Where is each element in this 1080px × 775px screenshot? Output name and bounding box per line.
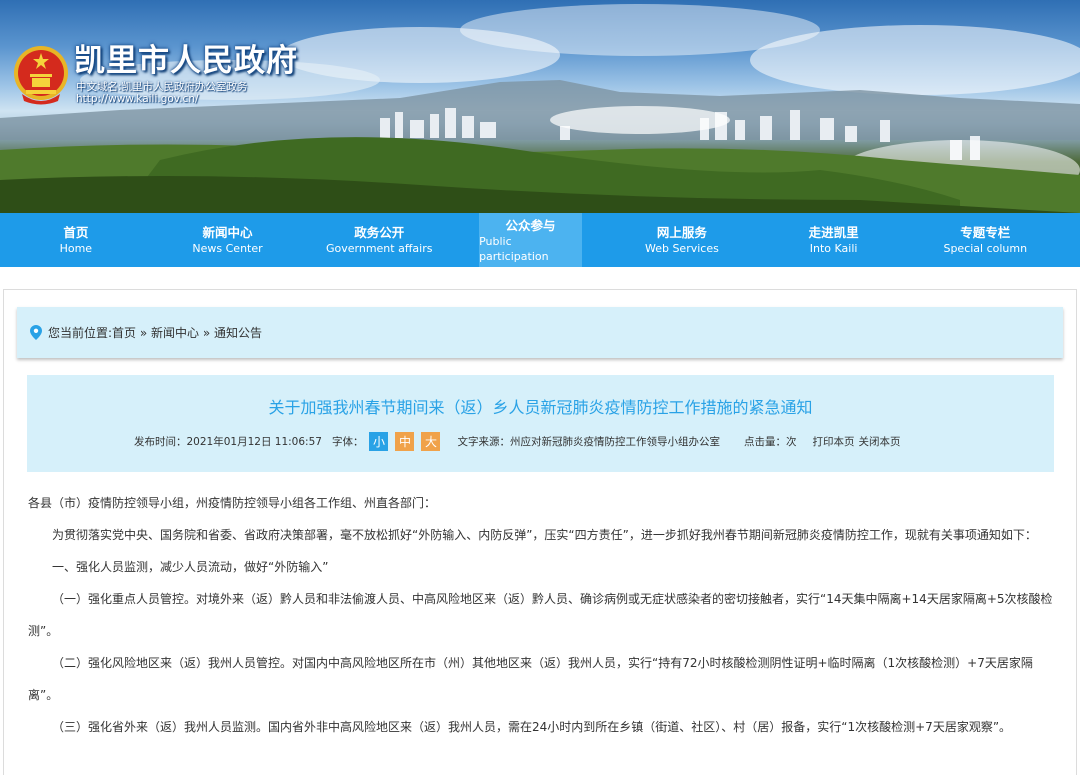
clicks-unit: 次 (785, 435, 797, 448)
clicks-label: 点击量： (743, 435, 786, 448)
article-meta: 发布时间： 2021年01月12日 11:06:57 字体： 小 中 大 文字来… (134, 431, 900, 451)
nav-item-government-affairs[interactable]: 政务公开 Government affairs (303, 213, 455, 267)
font-small-button[interactable]: 小 (369, 431, 389, 451)
nav-label-cn: 网上服务 (656, 225, 707, 240)
breadcrumb-text: 您当前位置:首页 » 新闻中心 » 通知公告 (48, 326, 262, 340)
nav-label-en: News Center (192, 242, 263, 255)
paragraph: （三）强化省外来（返）我州人员监测。国内省外非中高风险地区来（返）我州人员，需在… (52, 720, 1012, 734)
breadcrumb: 您当前位置:首页 » 新闻中心 » 通知公告 (17, 307, 1063, 358)
site-title: 凯里市人民政府 (74, 43, 298, 79)
source-label: 文字来源： (457, 435, 510, 448)
header-banner: 凯里市人民政府 中文域名:凯里市人民政府办公室政务 http://www.kai… (0, 0, 1080, 213)
location-pin-icon (30, 325, 42, 340)
nav-label-en: Web Services (644, 242, 719, 255)
paragraph: 为贯彻落实党中央、国务院和省委、省政府决策部署，毫不放松抓好“外防输入、内防反弹… (52, 528, 1037, 542)
article-body: 各县（市）疫情防控领导小组，州疫情防控领导小组各工作组、州直各部门： 为贯彻落实… (28, 487, 1054, 743)
nav-item-web-services[interactable]: 网上服务 Web Services (606, 213, 758, 267)
nav-label-cn: 新闻中心 (202, 225, 253, 240)
paragraph: 一、强化人员监测，减少人员流动，做好“外防输入” (52, 560, 329, 574)
nav-label-cn: 首页 (63, 225, 89, 240)
nav-label-en: Into Kaili (809, 242, 858, 255)
nav-item-news-center[interactable]: 新闻中心 News Center (152, 213, 304, 267)
publish-time: 2021年01月12日 11:06:57 (186, 435, 322, 448)
nav-label-cn: 公众参与 (505, 217, 556, 233)
nav-label-cn: 走进凯里 (808, 225, 859, 240)
font-medium-button[interactable]: 中 (395, 431, 415, 451)
nav-label-en: Government affairs (325, 242, 433, 255)
main-nav: 首页 Home 新闻中心 News Center 政务公开 Government… (0, 213, 1080, 267)
font-large-button[interactable]: 大 (421, 431, 441, 451)
nav-item-into-kaili[interactable]: 走进凯里 Into Kaili (758, 213, 910, 267)
paragraph: （一）强化重点人员管控。对境外来（返）黔人员和非法偷渡人员、中高风险地区来（返）… (28, 592, 1053, 638)
nav-label-en: Home (59, 242, 93, 255)
publish-time-label: 发布时间： (134, 435, 187, 448)
paragraph: （二）强化风险地区来（返）我州人员管控。对国内中高风险地区所在市（州）其他地区来… (28, 656, 1033, 702)
nav-label-en: Special column (943, 242, 1028, 255)
print-page-link[interactable]: 打印本页 (812, 434, 854, 449)
national-emblem-icon (14, 46, 68, 105)
nav-item-home[interactable]: 首页 Home (0, 213, 152, 267)
nav-label-en: Public participation (479, 234, 549, 263)
nav-label-cn: 专题专栏 (960, 225, 1011, 240)
nav-label-cn: 政务公开 (354, 225, 405, 240)
close-page-link[interactable]: 关闭本页 (858, 434, 900, 449)
font-size-label: 字体： (331, 435, 364, 448)
article-header: 关于加强我州春节期间来（返）乡人员新冠肺炎疫情防控工作措施的紧急通知 发布时间：… (27, 375, 1054, 472)
city-landscape-image (0, 4, 1080, 213)
nav-item-special-column[interactable]: 专题专栏 Special column (909, 213, 1061, 267)
source-text: 州应对新冠肺炎疫情防控工作领导小组办公室 (509, 435, 720, 448)
nav-item-public-participation[interactable]: 公众参与 Public participation (479, 213, 583, 267)
site-url: http://www.kaili.gov.cn/ (76, 93, 199, 105)
paragraph: 各县（市）疫情防控领导小组，州疫情防控领导小组各工作组、州直各部门： (28, 496, 437, 510)
article-title: 关于加强我州春节期间来（返）乡人员新冠肺炎疫情防控工作措施的紧急通知 (268, 398, 813, 417)
